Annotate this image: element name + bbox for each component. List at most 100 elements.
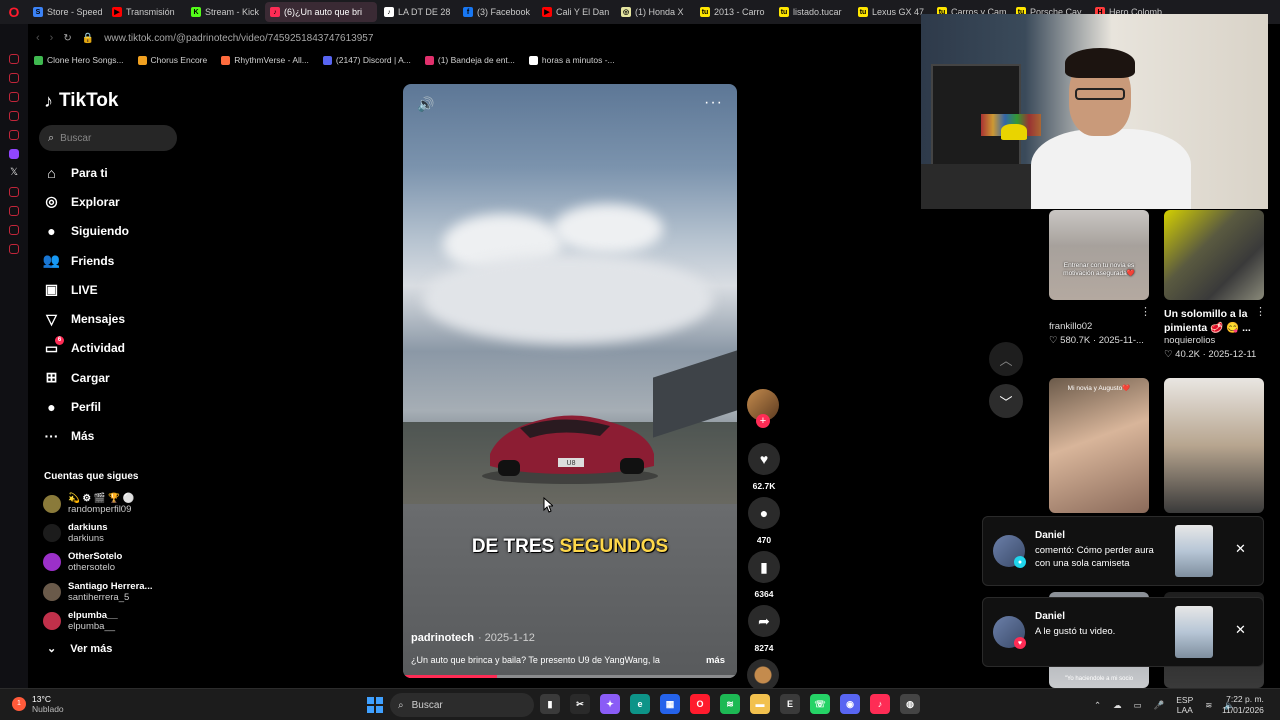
spotify-icon[interactable]: ≋ bbox=[720, 694, 740, 714]
video-thumbnail[interactable]: Entrenar con tu novia es motivación aseg… bbox=[1049, 210, 1149, 300]
taskbar-search[interactable]: ⌕ Buscar bbox=[390, 693, 534, 717]
windows-start-icon[interactable] bbox=[367, 697, 383, 713]
nav-item-siguiendo[interactable]: ● Siguiendo bbox=[43, 217, 193, 246]
twitch-icon[interactable] bbox=[9, 149, 19, 159]
weather-widget[interactable]: 1 13°C Nublado bbox=[12, 694, 64, 714]
epic-games-icon[interactable]: E bbox=[780, 694, 800, 714]
following-account[interactable]: darkiuns darkiuns bbox=[43, 518, 193, 547]
browser-tab[interactable]: tu Lexus GX 47 bbox=[853, 2, 930, 22]
wifi-icon[interactable]: ≋ bbox=[1205, 700, 1212, 711]
browser-tab[interactable]: ▶ Cali Y El Dan bbox=[537, 2, 614, 22]
card-author[interactable]: frankillo02 bbox=[1049, 321, 1144, 332]
tiktok-logo[interactable]: ♪ TikTok bbox=[44, 90, 118, 112]
network-icon[interactable]: ▭ bbox=[1134, 700, 1142, 711]
video-thumbnail[interactable] bbox=[1164, 210, 1264, 300]
bookmark-item[interactable]: Chorus Encore bbox=[137, 55, 207, 65]
bookmark-item[interactable]: RhythmVerse - All... bbox=[221, 55, 309, 65]
bookmark-item[interactable]: (1) Bandeja de ent... bbox=[424, 55, 515, 65]
close-icon[interactable]: ✕ bbox=[1235, 622, 1246, 638]
nav-item-explorar[interactable]: ◎ Explorar bbox=[43, 187, 193, 216]
notification-toast[interactable]: ● Daniel comentó: Cómo perder aura con u… bbox=[982, 516, 1264, 586]
sidebar-app-icon[interactable] bbox=[9, 73, 19, 83]
follow-plus-icon[interactable]: + bbox=[756, 414, 770, 428]
sidebar-app-icon[interactable] bbox=[9, 130, 19, 140]
comment-icon[interactable]: ● bbox=[748, 497, 780, 529]
video-more-link[interactable]: más bbox=[706, 655, 725, 666]
next-video-button[interactable]: ﹀ bbox=[989, 384, 1023, 418]
x-twitter-icon[interactable]: 𝕏 bbox=[9, 168, 19, 178]
edge-icon[interactable]: e bbox=[630, 694, 650, 714]
browser-tab[interactable]: tu 2013 - Carro bbox=[695, 2, 772, 22]
nav-item-m-s[interactable]: ··· Más bbox=[43, 422, 193, 451]
settings-icon[interactable] bbox=[9, 244, 19, 254]
url-field[interactable]: www.tiktok.com/@padrinotech/video/745925… bbox=[104, 33, 373, 44]
sidebar-app-icon[interactable] bbox=[9, 187, 19, 197]
video-thumbnail[interactable] bbox=[1164, 378, 1264, 513]
nav-item-friends[interactable]: 👥 Friends bbox=[43, 246, 193, 275]
language-indicator[interactable]: ESP LAA bbox=[1176, 695, 1193, 715]
browser-tab[interactable]: ▶ Transmisión bbox=[107, 2, 184, 22]
video-player[interactable]: U8 🔊 ··· DE TRES SEGUNDOS padrinotech · 2… bbox=[403, 84, 737, 678]
nav-item-actividad[interactable]: ▭ 6 Actividad bbox=[43, 334, 193, 363]
forward-icon[interactable]: › bbox=[50, 32, 54, 44]
search-input[interactable]: ⌕ Buscar bbox=[39, 125, 177, 151]
browser-tab[interactable]: tu listado.tucar bbox=[774, 2, 851, 22]
browser-tab[interactable]: f (3) Facebook bbox=[458, 2, 535, 22]
nav-item-para-ti[interactable]: ⌂ Para ti bbox=[43, 158, 193, 187]
copilot-icon[interactable]: ✦ bbox=[600, 694, 620, 714]
video-author-name[interactable]: padrinotech bbox=[411, 632, 474, 644]
notification-toast[interactable]: ♥ Daniel A le gustó tu video. ✕ bbox=[982, 597, 1264, 667]
back-icon[interactable]: ‹ bbox=[36, 32, 40, 44]
browser-tab[interactable]: ◎ (1) Honda X bbox=[616, 2, 693, 22]
capcut-icon[interactable]: ✂ bbox=[570, 694, 590, 714]
nav-item-perfil[interactable]: ● Perfil bbox=[43, 392, 193, 421]
nav-item-cargar[interactable]: ⊞ Cargar bbox=[43, 363, 193, 392]
following-account[interactable]: OtherSotelo othersotelo bbox=[43, 548, 193, 577]
browser-tab[interactable]: K Stream - Kick bbox=[186, 2, 263, 22]
following-account[interactable]: elpumba__ elpumba__ bbox=[43, 607, 193, 636]
microphone-icon[interactable]: 🎤 bbox=[1154, 700, 1165, 711]
creator-avatar[interactable]: + bbox=[747, 389, 779, 428]
opera-icon[interactable]: O bbox=[690, 694, 710, 714]
reload-icon[interactable]: ↻ bbox=[63, 33, 71, 44]
store-icon[interactable]: ▦ bbox=[660, 694, 680, 714]
chevron-up-icon[interactable]: ⌃ bbox=[1094, 700, 1101, 711]
video-thumbnail[interactable]: Mi novia y Augusto❤️ bbox=[1049, 378, 1149, 513]
card-title[interactable]: Un solomillo a la pimienta 🥩 😋 ... bbox=[1164, 307, 1274, 335]
browser-tab[interactable]: ♪ (6)¿Un auto que bri bbox=[265, 2, 377, 22]
volume-icon[interactable]: 🔊 bbox=[417, 96, 434, 113]
share-icon[interactable]: ➦ bbox=[748, 605, 780, 637]
music-disc-icon[interactable] bbox=[747, 659, 779, 691]
folder-icon[interactable]: ▬ bbox=[750, 694, 770, 714]
bookmark-item[interactable]: horas a minutos -... bbox=[528, 55, 615, 65]
browser-tab[interactable]: ♪ LA DT DE 28 bbox=[379, 2, 456, 22]
see-more-button[interactable]: ⌄ Ver más bbox=[47, 642, 112, 656]
bookmark-icon[interactable]: ▮ bbox=[748, 551, 780, 583]
cloud-icon[interactable]: ☁ bbox=[1113, 700, 1122, 711]
nav-item-live[interactable]: ▣ LIVE bbox=[43, 275, 193, 304]
bookmark-item[interactable]: Clone Hero Songs... bbox=[34, 55, 124, 65]
obs-icon[interactable]: ◍ bbox=[900, 694, 920, 714]
following-account[interactable]: Santiago Herrera... santiherrera_5 bbox=[43, 577, 193, 606]
browser-tab[interactable]: S Store - Speed bbox=[28, 2, 105, 22]
sidebar-app-icon[interactable] bbox=[9, 206, 19, 216]
sidebar-app-icon[interactable] bbox=[9, 54, 19, 64]
discord-icon[interactable]: ◉ bbox=[840, 694, 860, 714]
video-progress-bar[interactable] bbox=[403, 675, 737, 678]
clock[interactable]: 7:22 p. m. 11/01/2026 bbox=[1222, 694, 1264, 716]
heart-icon[interactable]: ♥ bbox=[748, 443, 780, 475]
whatsapp-icon[interactable]: ☏ bbox=[810, 694, 830, 714]
following-account[interactable]: 💫 ⚙ 🎬 🏆 ⚪ randomperfil09 bbox=[43, 489, 193, 518]
opera-logo-icon[interactable]: O bbox=[0, 0, 28, 24]
sidebar-app-icon[interactable] bbox=[9, 92, 19, 102]
nav-item-mensajes[interactable]: ▽ Mensajes bbox=[43, 304, 193, 333]
previous-video-button[interactable]: ︿ bbox=[989, 342, 1023, 376]
tiktok-icon[interactable]: ♪ bbox=[870, 694, 890, 714]
video-author[interactable]: padrinotech · 2025-1-12 bbox=[411, 632, 535, 644]
more-options-icon[interactable]: ⋮ bbox=[1140, 305, 1151, 318]
bookmark-item[interactable]: (2147) Discord | A... bbox=[322, 55, 411, 65]
card-author[interactable]: noquierolios bbox=[1164, 335, 1274, 346]
sidebar-app-icon[interactable] bbox=[9, 225, 19, 235]
close-icon[interactable]: ✕ bbox=[1235, 541, 1246, 557]
files-app-icon[interactable]: ▮ bbox=[540, 694, 560, 714]
